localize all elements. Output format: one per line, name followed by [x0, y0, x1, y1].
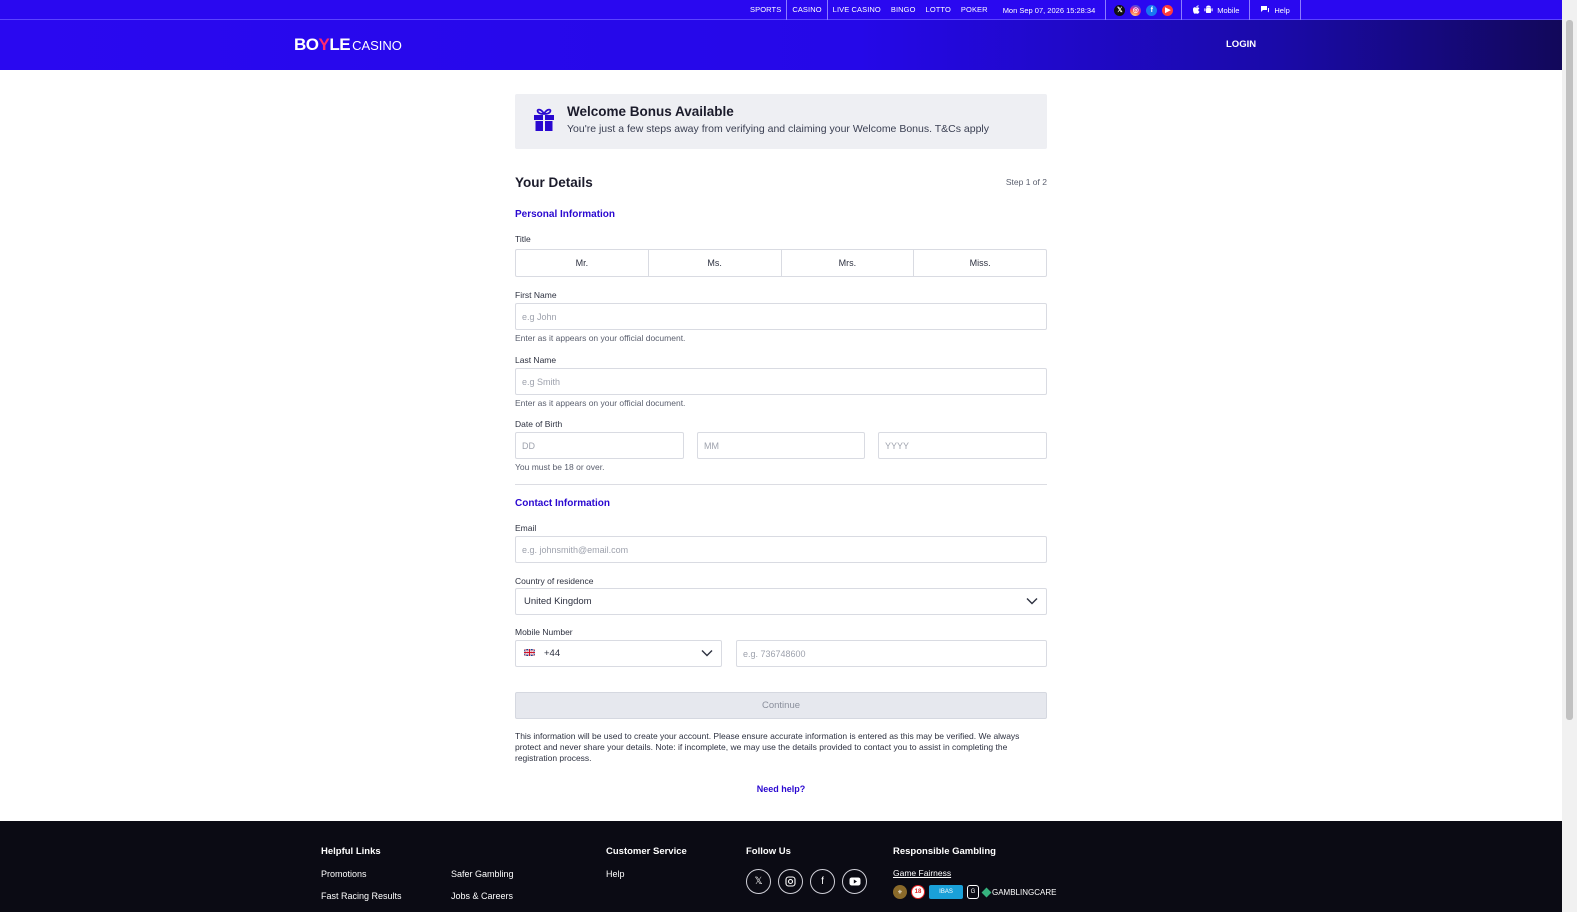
- top-bar: SPORTS CASINO LIVE CASINO BINGO LOTTO PO…: [0, 0, 1562, 20]
- footer-link-help[interactable]: Help: [606, 869, 625, 879]
- top-social: 𝕏 ◎ f ▶: [1105, 0, 1183, 20]
- gamblingcare-logo[interactable]: GAMBLINGCARE: [981, 887, 1057, 897]
- x-icon[interactable]: 𝕏: [1114, 4, 1126, 16]
- gamblingcare-text: GAMBLINGCARE: [992, 887, 1057, 897]
- title-option-ms[interactable]: Ms.: [649, 250, 782, 276]
- need-help-link[interactable]: Need help?: [515, 784, 1047, 794]
- ibas-logo-icon[interactable]: IBAS: [929, 885, 963, 899]
- responsible-gambling-heading: Responsible Gambling: [893, 846, 996, 857]
- help-button[interactable]: Help: [1250, 0, 1301, 20]
- email-field[interactable]: e.g. johnsmith@email.com: [515, 536, 1047, 563]
- last-name-hint: Enter as it appears on your official doc…: [515, 398, 686, 408]
- login-button[interactable]: LOGIN: [1226, 39, 1256, 50]
- last-name-label: Last Name: [515, 355, 557, 365]
- chevron-down-icon: [1026, 597, 1038, 608]
- gamblingcare-diamond-icon: [981, 887, 992, 897]
- dob-day-field[interactable]: DD: [515, 432, 684, 459]
- customer-service-heading: Customer Service: [606, 846, 687, 857]
- facebook-icon[interactable]: f: [1146, 4, 1158, 16]
- personal-info-heading: Personal Information: [515, 209, 616, 220]
- disclaimer-text: This information will be used to create …: [515, 731, 1020, 763]
- title-option-mr[interactable]: Mr.: [516, 250, 649, 276]
- follow-us-heading: Follow Us: [746, 846, 791, 857]
- bonus-title: Welcome Bonus Available: [567, 104, 734, 119]
- help-label: Help: [1274, 5, 1290, 15]
- gift-icon: [533, 108, 555, 137]
- dob-hint: You must be 18 or over.: [515, 462, 605, 472]
- step-indicator: Step 1 of 2: [1005, 177, 1047, 187]
- first-name-field[interactable]: e.g John: [515, 303, 1047, 330]
- dial-code-select[interactable]: +44: [515, 640, 722, 667]
- uk-flag-icon: [523, 648, 536, 659]
- chat-icon: [1260, 5, 1270, 16]
- registration-page: SPORTS CASINO LIVE CASINO BINGO LOTTO PO…: [0, 0, 1577, 912]
- helpful-links-heading: Helpful Links: [321, 846, 381, 857]
- scrollbar-thumb[interactable]: [1566, 20, 1573, 720]
- instagram-icon[interactable]: ◎: [1130, 4, 1142, 16]
- logo-text-right: LE: [329, 35, 351, 54]
- mobile-number-field[interactable]: e.g. 736748600: [736, 640, 1047, 667]
- footer-link-promotions[interactable]: Promotions: [321, 869, 367, 879]
- chevron-down-icon: [701, 649, 713, 660]
- footer-link-jobs-careers[interactable]: Jobs & Careers: [451, 891, 513, 901]
- site-header: BOYLE CASINO LOGIN: [0, 20, 1562, 70]
- footer-link-safer-gambling[interactable]: Safer Gambling: [451, 869, 514, 879]
- dial-code-value: +44: [544, 648, 561, 659]
- top-nav: SPORTS CASINO LIVE CASINO BINGO LOTTO PO…: [745, 0, 1301, 20]
- page-title: Your Details: [515, 175, 593, 190]
- details-header: Your Details Step 1 of 2: [515, 175, 1047, 190]
- youtube-icon[interactable]: [842, 869, 867, 894]
- dob-year-field[interactable]: YYYY: [878, 432, 1047, 459]
- email-label: Email: [515, 523, 537, 533]
- mobile-number-label: Mobile Number: [515, 627, 573, 637]
- nav-live-casino[interactable]: LIVE CASINO: [828, 0, 886, 20]
- instagram-icon[interactable]: [778, 869, 803, 894]
- country-value: United Kingdom: [524, 596, 592, 607]
- nav-poker[interactable]: POKER: [956, 0, 993, 20]
- nav-lotto[interactable]: LOTTO: [921, 0, 956, 20]
- first-name-label: First Name: [515, 290, 557, 300]
- continue-button[interactable]: Continue: [515, 692, 1047, 719]
- contact-info-heading: Contact Information: [515, 498, 610, 509]
- bonus-text: You're just a few steps away from verify…: [567, 123, 990, 135]
- youtube-icon[interactable]: ▶: [1162, 4, 1174, 16]
- title-label: Title: [515, 234, 531, 244]
- nav-casino[interactable]: CASINO: [786, 0, 828, 20]
- page-scrollbar[interactable]: [1562, 0, 1577, 912]
- responsible-gambling-logos: ⚜ 18 IBAS G GAMBLINGCARE: [893, 885, 1056, 899]
- nav-bingo[interactable]: BINGO: [886, 0, 921, 20]
- country-label: Country of residence: [515, 576, 594, 586]
- footer-link-fast-racing-results[interactable]: Fast Racing Results: [321, 891, 402, 901]
- mobile-button[interactable]: Mobile: [1182, 0, 1251, 20]
- dob-month-field[interactable]: MM: [697, 432, 865, 459]
- first-name-hint: Enter as it appears on your official doc…: [515, 333, 686, 343]
- title-option-miss[interactable]: Miss.: [914, 250, 1046, 276]
- nav-sports[interactable]: SPORTS: [745, 0, 786, 20]
- logo-text-y: Y: [318, 35, 330, 54]
- title-selector: Mr. Ms. Mrs. Miss.: [515, 249, 1047, 277]
- mobile-label: Mobile: [1217, 5, 1240, 15]
- apple-icon: [1192, 4, 1200, 16]
- datetime: Mon Sep 07, 2026 15:28:34: [1002, 5, 1096, 15]
- boyle-casino-logo[interactable]: BOYLE CASINO: [294, 35, 402, 55]
- android-icon: [1204, 5, 1213, 16]
- game-fairness-link[interactable]: Game Fairness: [893, 868, 951, 878]
- crest-icon[interactable]: ⚜: [893, 885, 907, 899]
- welcome-bonus-banner: Welcome Bonus Available You're just a fe…: [515, 94, 1047, 149]
- logo-text-casino: CASINO: [352, 38, 402, 53]
- site-footer: Helpful Links Promotions Safer Gambling …: [0, 821, 1562, 912]
- facebook-icon[interactable]: f: [810, 869, 835, 894]
- x-icon[interactable]: 𝕏: [746, 869, 771, 894]
- registration-form: Welcome Bonus Available You're just a fe…: [515, 94, 1047, 794]
- section-divider: [515, 484, 1047, 485]
- country-select[interactable]: United Kingdom: [515, 588, 1047, 615]
- title-option-mrs[interactable]: Mrs.: [782, 250, 915, 276]
- dob-label: Date of Birth: [515, 419, 563, 429]
- logo-text-left: BO: [294, 35, 319, 54]
- gamstop-icon[interactable]: G: [967, 885, 979, 899]
- age-18-icon[interactable]: 18: [911, 885, 925, 899]
- last-name-field[interactable]: e.g Smith: [515, 368, 1047, 395]
- footer-social: 𝕏 f: [746, 869, 867, 894]
